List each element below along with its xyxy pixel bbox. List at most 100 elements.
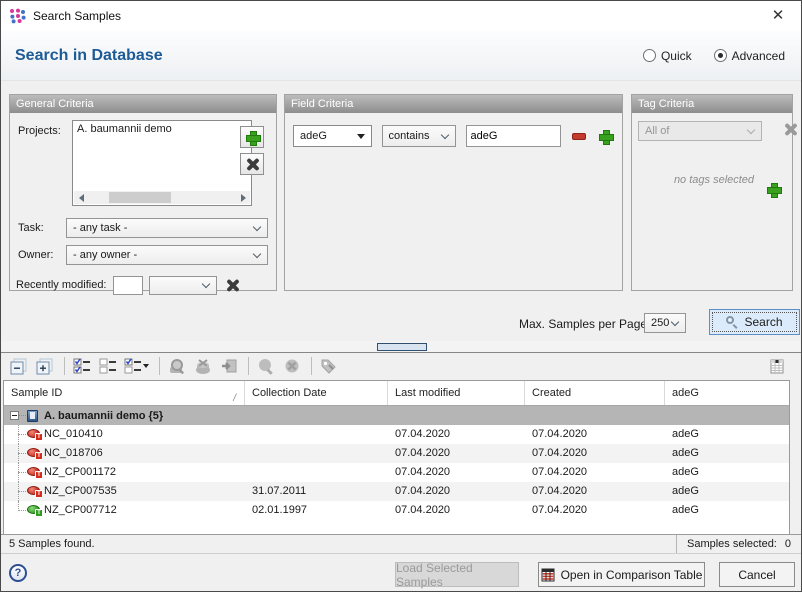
remove-field-criterion-button[interactable] bbox=[571, 126, 588, 146]
chevron-down-icon bbox=[253, 249, 261, 257]
sample-id: NZ_CP007535 bbox=[44, 485, 117, 497]
table-row[interactable]: T NZ_CP007535 31.07.2011 07.04.2020 07.0… bbox=[4, 482, 789, 501]
column-header-created[interactable]: Created bbox=[525, 381, 665, 405]
chevron-down-icon bbox=[747, 125, 755, 133]
sample-status-icon-red: T bbox=[27, 466, 43, 479]
last-modified: 07.04.2020 bbox=[388, 425, 525, 444]
max-samples-value: 250 bbox=[651, 317, 669, 329]
last-modified: 07.04.2020 bbox=[388, 463, 525, 482]
open-in-comparison-table-label: Open in Comparison Table bbox=[561, 568, 703, 582]
table-row[interactable]: T NZ_CP001172 07.04.2020 07.04.2020 adeG bbox=[4, 463, 789, 482]
projects-listbox[interactable]: A. baumannii demo bbox=[72, 120, 252, 206]
field-query-input[interactable] bbox=[466, 125, 561, 147]
created: 07.04.2020 bbox=[525, 444, 665, 463]
check-menu-icon[interactable] bbox=[122, 355, 152, 377]
table-header-row: Sample ID/ Collection Date Last modified… bbox=[4, 381, 789, 406]
radio-quick-circle bbox=[643, 49, 656, 62]
check-all-icon[interactable] bbox=[70, 355, 94, 377]
clear-recently-modified-button[interactable] bbox=[223, 275, 243, 295]
cancel-label: Cancel bbox=[738, 568, 775, 582]
project-group-row[interactable]: A. baumannii demo {5} bbox=[4, 406, 789, 425]
owner-select[interactable]: - any owner - bbox=[66, 245, 268, 265]
search-button-label: Search bbox=[744, 315, 782, 329]
task-value: - any task - bbox=[73, 222, 127, 234]
max-samples-select[interactable]: 250 bbox=[644, 313, 686, 333]
open-in-table-icon bbox=[217, 355, 241, 377]
minus-icon bbox=[572, 133, 586, 140]
close-icon[interactable]: ✕ bbox=[769, 7, 787, 25]
project-icon bbox=[26, 409, 39, 423]
radio-quick-label: Quick bbox=[661, 49, 692, 63]
recently-modified-unit-select[interactable] bbox=[149, 276, 217, 295]
adeg-value: adeG bbox=[665, 425, 789, 444]
app-icon bbox=[9, 8, 26, 24]
column-config-icon[interactable] bbox=[765, 355, 789, 377]
radio-quick[interactable]: Quick bbox=[643, 49, 692, 63]
radio-advanced[interactable]: Advanced bbox=[714, 49, 785, 63]
remove-selection-icon bbox=[280, 355, 304, 377]
operator-select[interactable]: contains bbox=[382, 125, 456, 147]
footer-bar: ? Load Selected Samples Open in Comparis… bbox=[1, 555, 801, 591]
results-table: Sample ID/ Collection Date Last modified… bbox=[3, 380, 790, 534]
chevron-down-icon bbox=[201, 279, 209, 287]
scroll-thumb[interactable] bbox=[109, 192, 171, 203]
remove-project-button[interactable] bbox=[240, 153, 264, 175]
created: 07.04.2020 bbox=[525, 482, 665, 501]
samples-selected-area: Samples selected: 0 bbox=[676, 535, 801, 553]
column-header-collection-date[interactable]: Collection Date bbox=[245, 381, 388, 405]
open-in-comparison-table-button[interactable]: Open in Comparison Table bbox=[538, 562, 705, 587]
group-label: A. baumannii demo {5} bbox=[44, 410, 163, 422]
field-name-select[interactable]: adeG bbox=[293, 125, 372, 147]
mode-radio-group: Quick Advanced bbox=[643, 31, 785, 80]
toolbar-separator bbox=[311, 357, 312, 375]
samples-selected-label: Samples selected: bbox=[687, 538, 777, 550]
column-header-sample-id[interactable]: Sample ID/ bbox=[4, 381, 245, 405]
dialog-header: Search in Database Quick Advanced bbox=[1, 31, 801, 81]
status-bar: 5 Samples found. Samples selected: 0 bbox=[1, 534, 801, 554]
table-row[interactable]: T NC_018706 07.04.2020 07.04.2020 adeG bbox=[4, 444, 789, 463]
sample-id: NZ_CP007712 bbox=[44, 504, 117, 516]
load-selected-samples-button: Load Selected Samples bbox=[395, 562, 519, 587]
plus-icon bbox=[246, 131, 259, 144]
collection-date: 31.07.2011 bbox=[245, 482, 388, 501]
collapse-group-icon[interactable] bbox=[10, 411, 19, 420]
adeg-value: adeG bbox=[665, 482, 789, 501]
cancel-button[interactable]: Cancel bbox=[719, 562, 795, 587]
x-icon bbox=[246, 158, 259, 171]
splitter bbox=[1, 341, 801, 353]
created: 07.04.2020 bbox=[525, 501, 665, 520]
expand-all-icon[interactable] bbox=[33, 355, 57, 377]
collapse-all-icon[interactable] bbox=[7, 355, 31, 377]
search-button[interactable]: Search bbox=[709, 309, 800, 335]
sample-id: NC_018706 bbox=[44, 447, 103, 459]
column-header-last-modified[interactable]: Last modified bbox=[388, 381, 525, 405]
last-modified: 07.04.2020 bbox=[388, 482, 525, 501]
recently-modified-value-input[interactable] bbox=[113, 276, 143, 295]
sample-status-icon-red: T bbox=[27, 428, 43, 441]
owner-value: - any owner - bbox=[73, 249, 137, 261]
table-row[interactable]: T NC_010410 07.04.2020 07.04.2020 adeG bbox=[4, 425, 789, 444]
sample-id: NZ_CP001172 bbox=[44, 466, 116, 478]
comparison-table-icon bbox=[541, 568, 555, 582]
sample-status-icon-green: T bbox=[27, 504, 43, 517]
uncheck-all-icon[interactable] bbox=[96, 355, 120, 377]
sample-status-icon-red: T bbox=[27, 447, 43, 460]
help-icon[interactable]: ? bbox=[9, 564, 27, 582]
add-tag-button[interactable] bbox=[763, 179, 783, 199]
scroll-track[interactable] bbox=[88, 191, 236, 204]
task-select[interactable]: - any task - bbox=[66, 218, 268, 238]
field-criteria-panel: Field Criteria adeG contains bbox=[284, 94, 623, 291]
table-row[interactable]: T NZ_CP007712 02.01.1997 07.04.2020 07.0… bbox=[4, 501, 789, 520]
projects-hscrollbar[interactable] bbox=[74, 191, 250, 204]
splitter-handle[interactable] bbox=[377, 343, 427, 351]
add-field-criterion-button[interactable] bbox=[597, 126, 614, 146]
scroll-right-icon[interactable] bbox=[236, 191, 250, 204]
column-header-adeg[interactable]: adeG bbox=[665, 381, 789, 405]
scroll-left-icon[interactable] bbox=[74, 191, 88, 204]
field-name-value: adeG bbox=[300, 130, 327, 142]
max-samples-label: Max. Samples per Page: bbox=[519, 317, 650, 331]
add-project-button[interactable] bbox=[240, 126, 264, 148]
general-criteria-panel: General Criteria Projects: A. baumannii … bbox=[9, 94, 277, 291]
search-icon bbox=[726, 316, 738, 328]
last-modified: 07.04.2020 bbox=[388, 444, 525, 463]
